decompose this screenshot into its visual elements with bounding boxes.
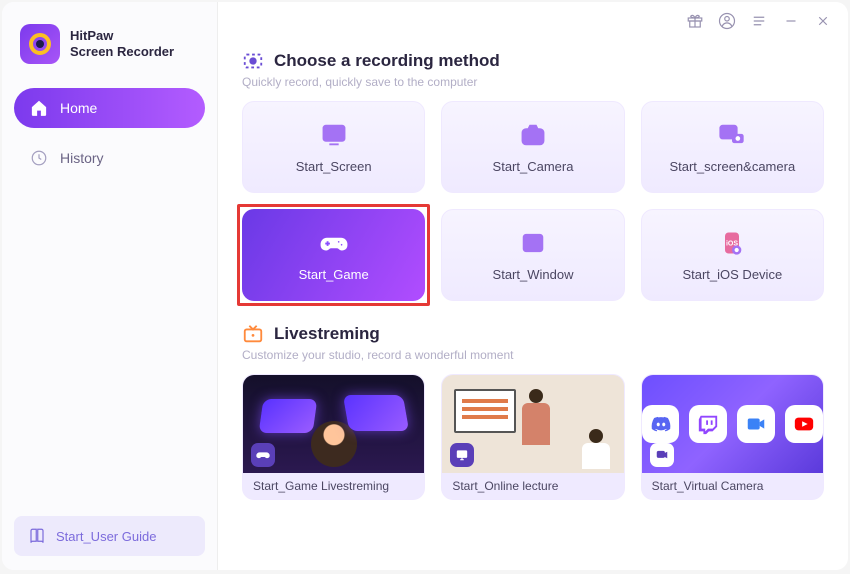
youtube-icon bbox=[785, 405, 823, 443]
live-grid: Start_Game Livestreming Start_Online lec… bbox=[242, 374, 824, 500]
ios-icon: iOS bbox=[718, 229, 746, 257]
thumb-gaming bbox=[243, 375, 424, 473]
close-icon[interactable] bbox=[814, 12, 832, 30]
user-icon[interactable] bbox=[718, 12, 736, 30]
twitch-icon bbox=[689, 405, 727, 443]
card-label: Start_Camera bbox=[493, 159, 574, 174]
record-grid: Start_Screen Start_Camera Start_screen&c… bbox=[242, 101, 824, 301]
card-virtual-camera[interactable]: Start_Virtual Camera bbox=[641, 374, 824, 500]
card-label: Start_Screen bbox=[296, 159, 372, 174]
gamepad-icon bbox=[251, 443, 275, 467]
card-start-screen-camera[interactable]: Start_screen&camera bbox=[641, 101, 824, 193]
minimize-icon[interactable] bbox=[782, 12, 800, 30]
gift-icon[interactable] bbox=[686, 12, 704, 30]
card-label: Start_screen&camera bbox=[669, 159, 795, 174]
section-live-head: Livestreming bbox=[242, 323, 824, 345]
game-icon bbox=[320, 229, 348, 257]
brand: HitPaw Screen Recorder bbox=[14, 16, 205, 88]
card-label: Start_Game bbox=[299, 267, 369, 282]
section-record-head: Choose a recording method bbox=[242, 50, 824, 72]
card-start-screen[interactable]: Start_Screen bbox=[242, 101, 425, 193]
hamburger-icon[interactable] bbox=[750, 12, 768, 30]
screen-camera-icon bbox=[718, 121, 746, 149]
thumb-virtual bbox=[642, 375, 823, 473]
card-start-window[interactable]: Start_Window bbox=[441, 209, 624, 301]
card-label: Start_Online lecture bbox=[442, 473, 623, 499]
livestream-section-icon bbox=[242, 323, 264, 345]
window-icon bbox=[519, 229, 547, 257]
card-start-ios[interactable]: iOS Start_iOS Device bbox=[641, 209, 824, 301]
card-game-livestream[interactable]: Start_Game Livestreming bbox=[242, 374, 425, 500]
card-start-camera[interactable]: Start_Camera bbox=[441, 101, 624, 193]
titlebar bbox=[670, 2, 848, 40]
user-guide-button[interactable]: Start_User Guide bbox=[14, 516, 205, 556]
presentation-icon bbox=[450, 443, 474, 467]
sidebar-item-home[interactable]: Home bbox=[14, 88, 205, 128]
app-logo-icon bbox=[20, 24, 60, 64]
video-icon bbox=[737, 405, 775, 443]
card-label: Start_Game Livestreming bbox=[243, 473, 424, 499]
brand-line2: Screen Recorder bbox=[70, 44, 174, 60]
section-record-subtitle: Quickly record, quickly save to the comp… bbox=[242, 75, 824, 89]
main-area: Choose a recording method Quickly record… bbox=[218, 2, 848, 570]
card-label: Start_Virtual Camera bbox=[642, 473, 823, 499]
card-start-game[interactable]: Start_Game bbox=[242, 209, 425, 301]
record-section-icon bbox=[242, 50, 264, 72]
sidebar-item-label: History bbox=[60, 150, 104, 166]
sidebar: HitPaw Screen Recorder Home History Star… bbox=[2, 2, 218, 570]
card-label: Start_Window bbox=[493, 267, 574, 282]
app-window: HitPaw Screen Recorder Home History Star… bbox=[2, 2, 848, 570]
camera-icon bbox=[519, 121, 547, 149]
card-online-lecture[interactable]: Start_Online lecture bbox=[441, 374, 624, 500]
sidebar-item-history[interactable]: History bbox=[14, 138, 205, 178]
thumb-lecture bbox=[442, 375, 623, 473]
card-label: Start_iOS Device bbox=[682, 267, 782, 282]
section-record-title: Choose a recording method bbox=[274, 51, 500, 71]
brand-line1: HitPaw bbox=[70, 28, 174, 44]
section-live-title: Livestreming bbox=[274, 324, 380, 344]
sidebar-item-label: Home bbox=[60, 100, 97, 116]
webcam-icon bbox=[650, 443, 674, 467]
discord-icon bbox=[642, 405, 680, 443]
user-guide-label: Start_User Guide bbox=[56, 529, 156, 544]
screen-icon bbox=[320, 121, 348, 149]
section-live-subtitle: Customize your studio, record a wonderfu… bbox=[242, 348, 824, 362]
